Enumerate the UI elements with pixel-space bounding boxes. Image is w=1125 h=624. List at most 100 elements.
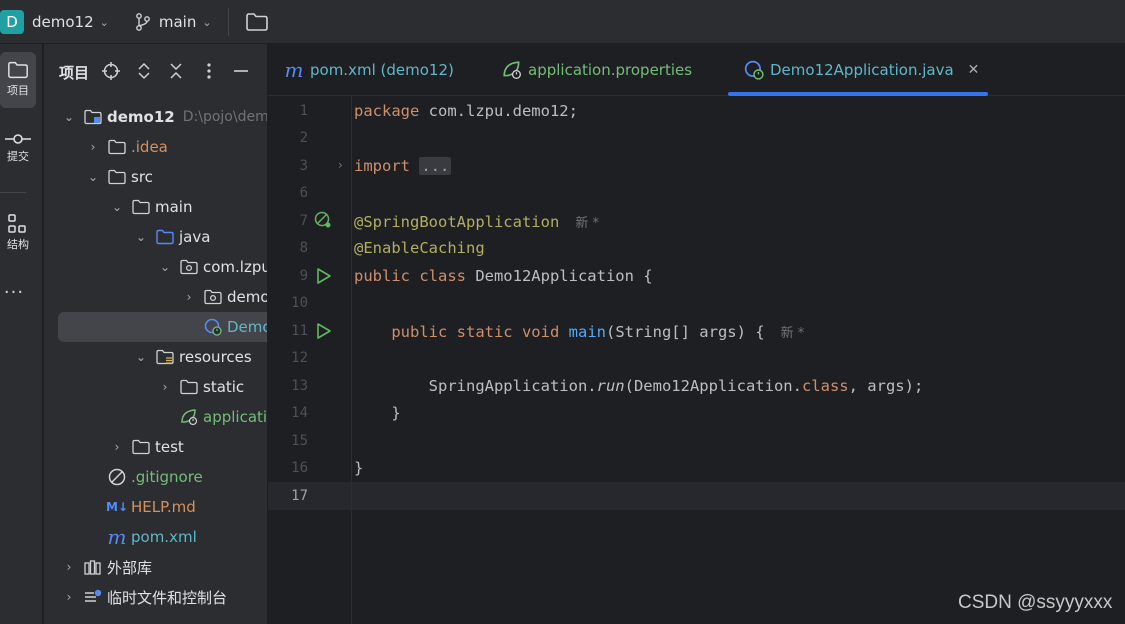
line-number: 3 bbox=[299, 158, 308, 174]
tab-demo12application-java[interactable]: Demo12Application.java ✕ bbox=[744, 44, 979, 96]
tree-item-resources[interactable]: ⌄ resources bbox=[44, 342, 267, 372]
more-tools-icon[interactable]: ··· bbox=[0, 282, 28, 303]
code-line: } bbox=[354, 459, 363, 477]
tree-item-app-properties[interactable]: applicati bbox=[44, 402, 267, 432]
tree-item-subpackage[interactable]: › demo bbox=[44, 282, 267, 312]
chevron-down-icon[interactable]: ⌄ bbox=[158, 260, 172, 274]
git-branch-icon[interactable] bbox=[135, 12, 151, 31]
module-folder-icon bbox=[84, 109, 102, 125]
folder-icon bbox=[108, 169, 126, 185]
run-icon[interactable] bbox=[314, 322, 332, 340]
project-name[interactable]: demo12 bbox=[32, 13, 94, 31]
tree-item-app-class[interactable]: Demo bbox=[58, 312, 268, 342]
code-text: Demo12Application { bbox=[465, 267, 653, 285]
tree-item-package[interactable]: ⌄ com.lzpu bbox=[44, 252, 268, 282]
title-bar: D demo12 ⌄ main ⌄ bbox=[0, 0, 1125, 44]
options-icon[interactable] bbox=[199, 61, 219, 81]
folded-imports[interactable]: ... bbox=[419, 157, 452, 175]
separator bbox=[0, 192, 26, 193]
tree-label: 外部库 bbox=[107, 558, 153, 577]
tree-item-gitignore[interactable]: .gitignore bbox=[44, 462, 267, 492]
chevron-right-icon[interactable]: › bbox=[158, 380, 172, 394]
chevron-down-icon[interactable]: ⌄ bbox=[62, 110, 76, 124]
tree-item-static[interactable]: › static bbox=[44, 372, 267, 402]
tree-label: src bbox=[131, 168, 153, 186]
code-line: SpringApplication.run(Demo12Application.… bbox=[354, 377, 924, 395]
maven-icon: m bbox=[107, 525, 127, 549]
expand-all-icon[interactable] bbox=[134, 61, 154, 81]
maven-icon: m bbox=[284, 58, 304, 82]
chevron-right-icon[interactable]: › bbox=[86, 140, 100, 154]
run-icon[interactable] bbox=[314, 267, 332, 285]
active-tab-indicator bbox=[728, 92, 988, 96]
tree-label: .gitignore bbox=[131, 468, 203, 486]
author-hint[interactable]: 新 * bbox=[575, 216, 599, 231]
line-number: 1 bbox=[299, 103, 308, 119]
spring-boot-class-icon bbox=[204, 318, 222, 336]
folder-icon[interactable] bbox=[245, 12, 269, 32]
commit-tool-button[interactable]: 提交 bbox=[0, 132, 36, 164]
project-panel-header: 项目 bbox=[44, 44, 267, 98]
code-text: , args); bbox=[848, 377, 924, 395]
branch-name[interactable]: main bbox=[159, 13, 196, 31]
fold-chevron-icon[interactable]: › bbox=[338, 158, 343, 172]
chevron-right-icon[interactable]: › bbox=[182, 290, 196, 304]
tree-item-main[interactable]: ⌄ main bbox=[44, 192, 267, 222]
tab-label: Demo12Application.java bbox=[770, 61, 954, 79]
tree-item-idea[interactable]: › .idea bbox=[44, 132, 267, 162]
editor-area: m pom.xml (demo12) application.propertie… bbox=[268, 44, 1125, 624]
tree-item-test[interactable]: › test bbox=[44, 432, 267, 462]
line-number: 7 bbox=[299, 213, 308, 229]
author-hint[interactable]: 新 * bbox=[781, 326, 805, 341]
line-number: 10 bbox=[291, 295, 308, 311]
close-icon[interactable]: ✕ bbox=[968, 62, 980, 78]
spring-boot-class-icon bbox=[744, 60, 764, 80]
tree-item-java[interactable]: ⌄ java bbox=[44, 222, 267, 252]
locate-icon[interactable] bbox=[101, 61, 121, 81]
code-function: main bbox=[568, 323, 606, 341]
package-icon bbox=[180, 259, 198, 275]
tree-item-external-libraries[interactable]: › 外部库 bbox=[44, 552, 267, 582]
code-keyword: public static void bbox=[391, 323, 560, 341]
code-line: } bbox=[354, 404, 400, 422]
structure-tool-button[interactable]: 结构 bbox=[0, 214, 36, 252]
project-tool-button[interactable]: 项目 bbox=[0, 52, 36, 108]
chevron-down-icon[interactable]: ⌄ bbox=[100, 16, 109, 29]
tree-label: static bbox=[203, 378, 245, 396]
chevron-right-icon[interactable]: › bbox=[62, 560, 76, 574]
chevron-down-icon[interactable]: ⌄ bbox=[202, 16, 211, 29]
current-line-highlight bbox=[268, 482, 1125, 510]
minimize-icon[interactable] bbox=[231, 61, 251, 81]
chevron-down-icon[interactable]: ⌄ bbox=[134, 230, 148, 244]
tab-application-properties[interactable]: application.properties bbox=[502, 44, 692, 96]
tree-item-src[interactable]: ⌄ src bbox=[44, 162, 267, 192]
chevron-down-icon[interactable]: ⌄ bbox=[86, 170, 100, 184]
tree-item-scratches[interactable]: › 临时文件和控制台 bbox=[44, 582, 267, 612]
code-line: import ... bbox=[354, 157, 452, 175]
tree-label: demo12 bbox=[107, 108, 175, 126]
folder-icon bbox=[132, 199, 150, 215]
spring-bean-icon[interactable] bbox=[314, 211, 332, 229]
folder-icon bbox=[132, 439, 150, 455]
tree-label: com.lzpu bbox=[203, 258, 268, 276]
resources-folder-icon bbox=[156, 349, 174, 365]
code-text: (String[] args) { bbox=[605, 323, 765, 341]
scratches-icon bbox=[84, 589, 102, 605]
line-number: 6 bbox=[299, 185, 308, 201]
tree-item-help-md[interactable]: M↓ HELP.md bbox=[44, 492, 267, 522]
chevron-right-icon[interactable]: › bbox=[62, 590, 76, 604]
chevron-down-icon[interactable]: ⌄ bbox=[134, 350, 148, 364]
chevron-down-icon[interactable]: ⌄ bbox=[110, 200, 124, 214]
project-badge[interactable]: D bbox=[0, 9, 24, 34]
tool-window-strip: 项目 提交 结构 ··· bbox=[0, 44, 43, 624]
tab-pom-xml[interactable]: m pom.xml (demo12) bbox=[284, 44, 454, 96]
tree-item-demo12[interactable]: ⌄ demo12 D:\pojo\dem bbox=[44, 102, 267, 132]
chevron-right-icon[interactable]: › bbox=[110, 440, 124, 454]
tab-label: application.properties bbox=[528, 61, 693, 79]
tree-label: Demo bbox=[227, 318, 268, 336]
commit-tool-label: 提交 bbox=[7, 150, 29, 163]
tree-item-pom[interactable]: m pom.xml bbox=[44, 522, 267, 552]
collapse-all-icon[interactable] bbox=[166, 61, 186, 81]
code-keyword: class bbox=[801, 377, 849, 395]
tree-label: main bbox=[155, 198, 193, 216]
